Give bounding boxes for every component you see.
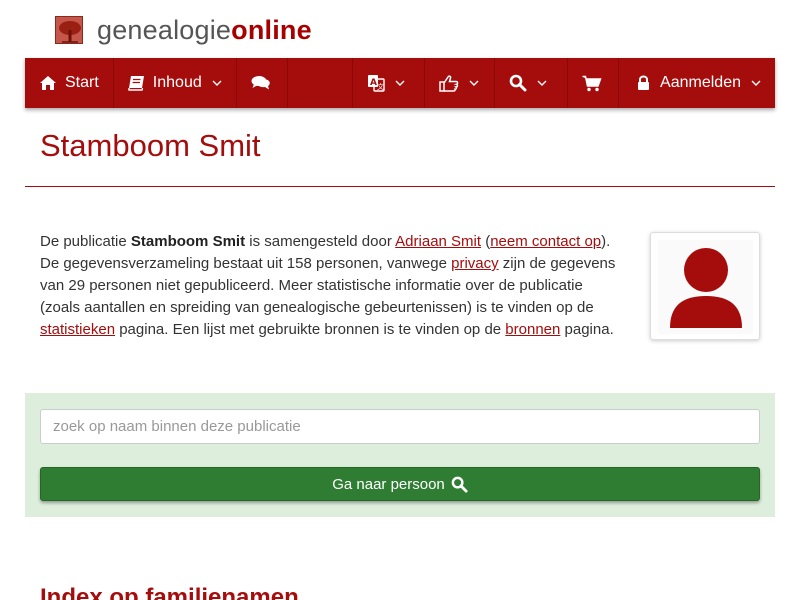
chevron-down-icon — [469, 80, 479, 87]
nav-like[interactable] — [425, 58, 496, 108]
page-title: Stamboom Smit — [40, 128, 261, 163]
person-search-input[interactable] — [40, 409, 760, 444]
intro-text: pagina. Een lijst met gebruikte bronnen … — [115, 321, 506, 338]
go-to-person-label: Ga naar persoon — [332, 475, 445, 493]
svg-text:文: 文 — [377, 82, 384, 91]
surname-index-heading: Index op familienamen — [40, 584, 299, 600]
main-navbar: Start Inhoud A文 Aanmelden — [25, 58, 775, 108]
go-to-person-button[interactable]: Ga naar persoon — [40, 467, 760, 501]
nav-forum[interactable] — [237, 58, 289, 108]
nav-language[interactable]: A文 — [353, 58, 426, 108]
sources-link[interactable]: bronnen — [505, 321, 560, 338]
search-icon — [451, 476, 468, 493]
avatar — [658, 240, 753, 334]
nav-inhoud[interactable]: Inhoud — [114, 58, 237, 108]
publication-name: Stamboom Smit — [130, 233, 246, 250]
person-silhouette-icon — [669, 248, 742, 328]
nav-inhoud-label: Inhoud — [152, 74, 202, 91]
person-search-panel: Ga naar persoon — [25, 393, 775, 517]
lock-icon — [637, 75, 650, 91]
nav-cart[interactable] — [568, 58, 620, 108]
cart-icon — [582, 75, 602, 92]
statistics-link[interactable]: statistieken — [40, 321, 115, 338]
intro-text: is samengesteld door — [245, 233, 396, 250]
author-avatar-card[interactable] — [650, 232, 760, 340]
title-divider — [25, 186, 775, 187]
search-icon — [509, 74, 527, 92]
home-icon — [39, 75, 57, 91]
intro-text: De publicatie — [40, 233, 131, 250]
tree-logo-icon — [55, 16, 83, 44]
privacy-link[interactable]: privacy — [451, 255, 499, 272]
contact-link[interactable]: neem contact op — [490, 233, 601, 250]
intro-text: pagina. — [560, 321, 614, 338]
author-link[interactable]: Adriaan Smit — [395, 233, 481, 250]
thumbs-up-icon — [439, 74, 459, 92]
nav-search[interactable] — [495, 58, 568, 108]
nav-login-label: Aanmelden — [660, 74, 741, 91]
svg-text:A: A — [370, 78, 377, 88]
publication-intro: De publicatie Stamboom Smit is samengest… — [40, 231, 620, 341]
chevron-down-icon — [537, 80, 547, 87]
book-icon — [128, 75, 145, 91]
chevron-down-icon — [395, 80, 405, 87]
site-logo[interactable]: genealogieonline — [55, 14, 312, 46]
site-name-part2: online — [231, 15, 312, 45]
nav-login[interactable]: Aanmelden — [619, 58, 775, 108]
nav-start[interactable]: Start — [25, 58, 114, 108]
nav-spacer — [288, 58, 354, 108]
chevron-down-icon — [212, 80, 222, 87]
intro-text: ( — [481, 233, 491, 250]
site-name-part1: genealogie — [97, 15, 232, 45]
site-name: genealogieonline — [97, 14, 312, 46]
nav-start-label: Start — [65, 74, 99, 91]
language-icon: A文 — [367, 74, 385, 92]
comments-icon — [251, 75, 271, 91]
chevron-down-icon — [751, 80, 761, 87]
